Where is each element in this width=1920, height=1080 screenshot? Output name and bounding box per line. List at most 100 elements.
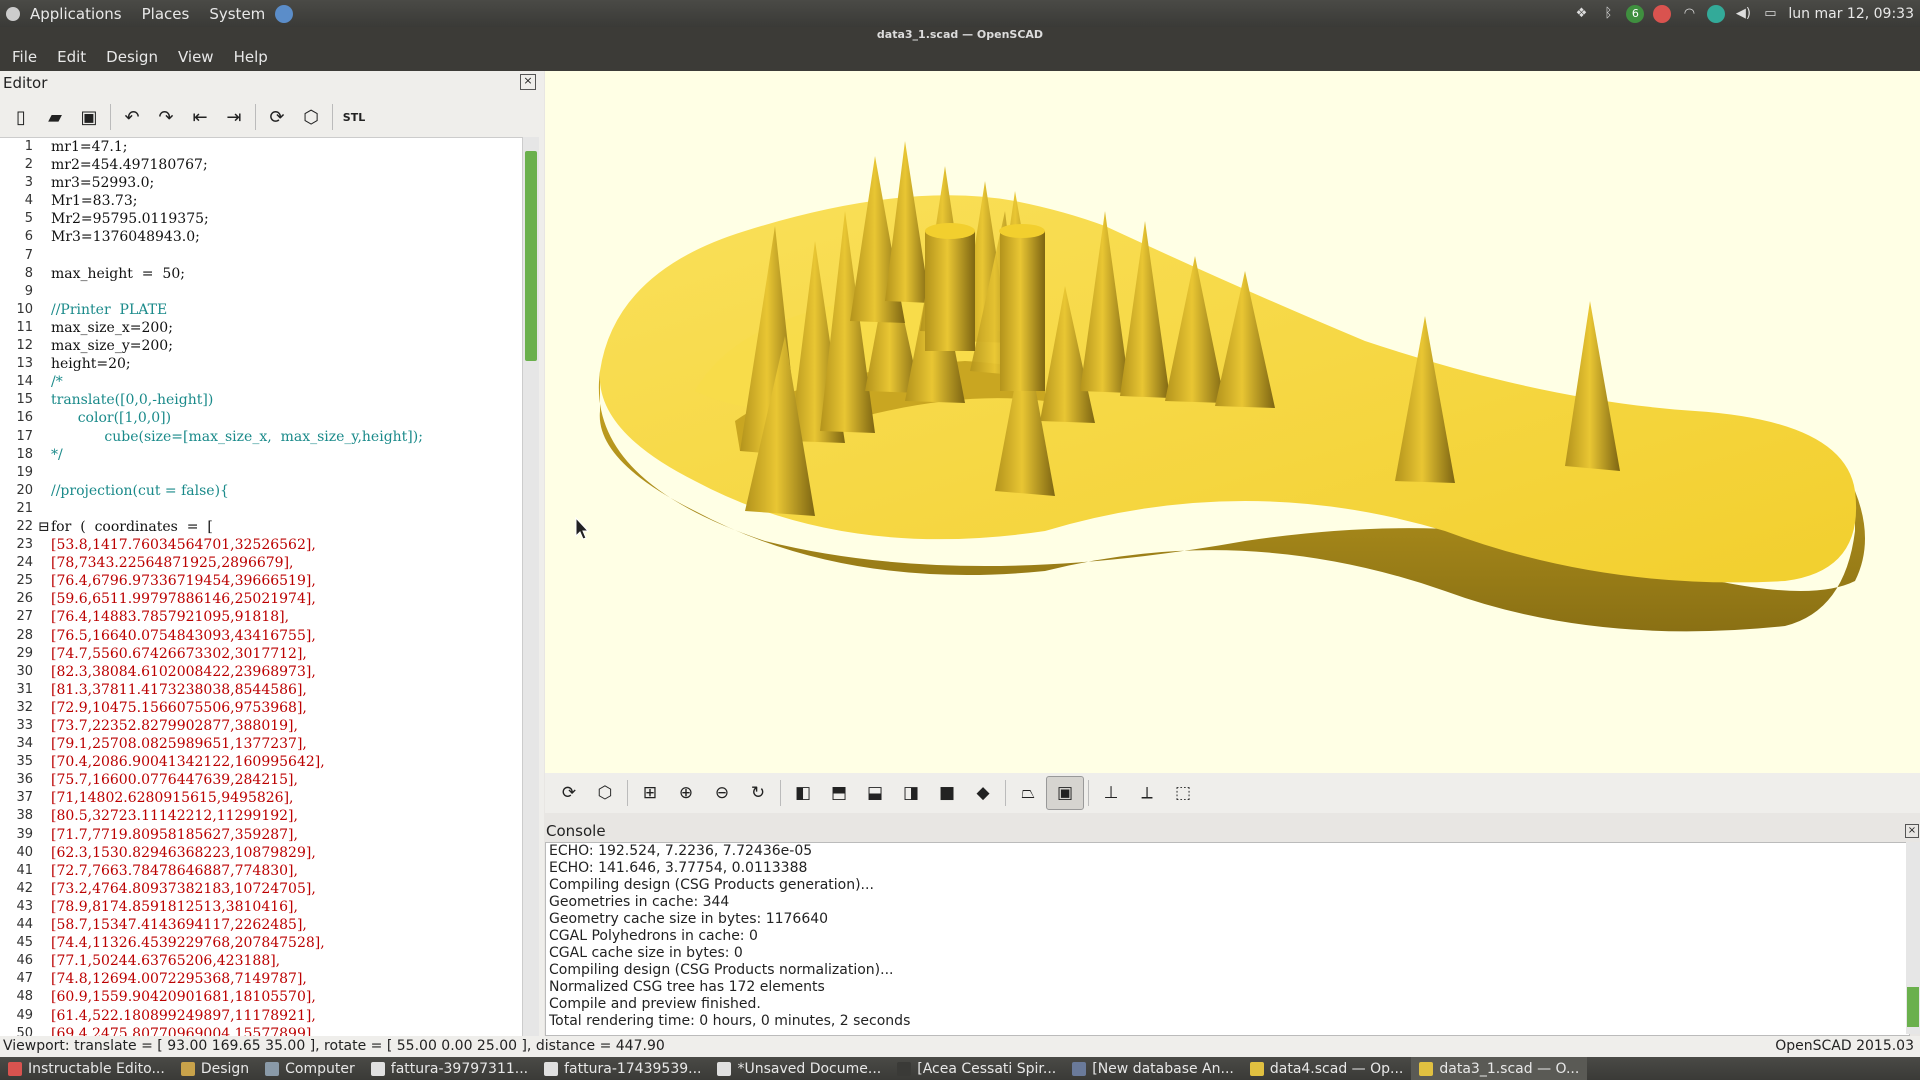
show-scale-icon[interactable]: ⟂: [1129, 777, 1165, 809]
code-line[interactable]: 8 max_height = 50;: [0, 265, 522, 283]
code-line[interactable]: 27 [76.4,14883.7857921095,91818],: [0, 608, 522, 626]
network-icon[interactable]: [1707, 4, 1726, 23]
code-line[interactable]: 19: [0, 464, 522, 482]
code-line[interactable]: 20 //projection(cut = false){: [0, 482, 522, 500]
taskbar-item[interactable]: Computer: [257, 1057, 363, 1080]
redo-icon[interactable]: ↷: [149, 100, 183, 134]
perspective-icon[interactable]: ⏢: [1010, 777, 1046, 809]
code-line[interactable]: 42 [73.2,4764.80937382183,10724705],: [0, 880, 522, 898]
code-line[interactable]: 49 [61.4,522.180899249897,11178921],: [0, 1007, 522, 1025]
code-line[interactable]: 37 [71,14802.6280915615,9495826],: [0, 789, 522, 807]
open-file-icon[interactable]: ▰: [38, 100, 72, 134]
undo-icon[interactable]: ↶: [115, 100, 149, 134]
code-line[interactable]: 36 [75.7,16600.0776447639,284215],: [0, 771, 522, 789]
code-line[interactable]: 13 height=20;: [0, 355, 522, 373]
code-line[interactable]: 29 [74.7,5560.67426673302,3017712],: [0, 645, 522, 663]
view-bottom-icon[interactable]: ⬓: [857, 777, 893, 809]
view-front-icon[interactable]: ■: [929, 777, 965, 809]
code-line[interactable]: 44 [58.7,15347.4143694117,2262485],: [0, 916, 522, 934]
zoom-out-icon[interactable]: ⊖: [704, 777, 740, 809]
code-line[interactable]: 23 [53.8,1417.76034564701,32526562],: [0, 536, 522, 554]
menu-edit[interactable]: Edit: [45, 48, 94, 66]
menu-view[interactable]: View: [166, 48, 222, 66]
code-line[interactable]: 16 color([1,0,0]): [0, 409, 522, 427]
code-line[interactable]: 41 [72.7,7663.78478646887,774830],: [0, 862, 522, 880]
bluetooth-icon[interactable]: ᛒ: [1599, 5, 1617, 23]
code-line[interactable]: 1 mr1=47.1;: [0, 138, 522, 156]
export-stl-icon[interactable]: STL: [337, 100, 371, 134]
taskbar-item[interactable]: Design: [173, 1057, 257, 1080]
code-line[interactable]: 18 */: [0, 446, 522, 464]
taskbar-item[interactable]: data4.scad — Op...: [1242, 1057, 1412, 1080]
render-icon[interactable]: ⬡: [587, 777, 623, 809]
clock[interactable]: lun mar 12, 09:33: [1788, 6, 1914, 22]
menu-design[interactable]: Design: [94, 48, 166, 66]
preview-icon[interactable]: ⟳: [551, 777, 587, 809]
preview-icon[interactable]: ⟳: [260, 100, 294, 134]
code-line[interactable]: 7: [0, 247, 522, 265]
code-line[interactable]: 6 Mr3=1376048943.0;: [0, 228, 522, 246]
zoom-all-icon[interactable]: ⊞: [632, 777, 668, 809]
save-file-icon[interactable]: ▣: [72, 100, 106, 134]
code-line[interactable]: 30 [82.3,38084.6102008422,23968973],: [0, 663, 522, 681]
orthogonal-icon[interactable]: ▣: [1046, 776, 1084, 810]
code-line[interactable]: 10 //Printer PLATE: [0, 301, 522, 319]
code-line[interactable]: 12 max_size_y=200;: [0, 337, 522, 355]
code-line[interactable]: 45 [74.4,11326.4539229768,207847528],: [0, 934, 522, 952]
code-line[interactable]: 47 [74.8,12694.0072295368,7149787],: [0, 970, 522, 988]
code-line[interactable]: 35 [70.4,2086.90041342122,160995642],: [0, 753, 522, 771]
code-line[interactable]: 9: [0, 283, 522, 301]
console-scroll-thumb[interactable]: [1907, 987, 1919, 1027]
code-line[interactable]: 33 [73.7,22352.8279902877,388019],: [0, 717, 522, 735]
code-line[interactable]: 5 Mr2=95795.0119375;: [0, 210, 522, 228]
view-right-icon[interactable]: ◧: [785, 777, 821, 809]
code-line[interactable]: 34 [79.1,25708.0825989651,1377237],: [0, 735, 522, 753]
code-line[interactable]: 26 [59.6,6511.99797886146,25021974],: [0, 590, 522, 608]
system-menu[interactable]: System: [199, 5, 275, 23]
code-line[interactable]: 24 [78,7343.22564871925,2896679],: [0, 554, 522, 572]
new-file-icon[interactable]: ▯: [4, 100, 38, 134]
places-menu[interactable]: Places: [132, 5, 200, 23]
code-line[interactable]: 22 ⊟ for ( coordinates = [: [0, 518, 522, 536]
view-top-icon[interactable]: ⬒: [821, 777, 857, 809]
code-line[interactable]: 4 Mr1=83.73;: [0, 192, 522, 210]
menu-file[interactable]: File: [0, 48, 45, 66]
ubuntu-logo-icon[interactable]: [6, 6, 20, 21]
taskbar-item[interactable]: fattura-39797311...: [363, 1057, 536, 1080]
code-line[interactable]: 40 [62.3,1530.82946368223,10879829],: [0, 844, 522, 862]
code-editor[interactable]: 1 mr1=47.1; 2 mr2=454.497180767; 3 mr3=52993.…: [0, 137, 522, 1037]
zoom-in-icon[interactable]: ⊕: [668, 777, 704, 809]
taskbar-item[interactable]: fattura-17439539...: [536, 1057, 709, 1080]
code-line[interactable]: 31 [81.3,37811.4173238038,8544586],: [0, 681, 522, 699]
3d-viewport[interactable]: [545, 71, 1920, 773]
code-line[interactable]: 43 [78.9,8174.8591812513,3810416],: [0, 898, 522, 916]
code-line[interactable]: 3 mr3=52993.0;: [0, 174, 522, 192]
code-line[interactable]: 2 mr2=454.497180767;: [0, 156, 522, 174]
taskbar-item[interactable]: Instructable Edito...: [0, 1057, 173, 1080]
wifi-icon[interactable]: ◠: [1680, 5, 1698, 23]
applications-menu[interactable]: Applications: [20, 5, 132, 23]
view-back-icon[interactable]: ◆: [965, 777, 1001, 809]
taskbar-item[interactable]: *Unsaved Docume...: [709, 1057, 889, 1080]
fold-marker-icon[interactable]: ⊟: [38, 518, 51, 536]
show-edges-icon[interactable]: ⬚: [1165, 777, 1201, 809]
volume-icon[interactable]: ◀): [1734, 5, 1752, 23]
code-line[interactable]: 11 max_size_x=200;: [0, 319, 522, 337]
code-line[interactable]: 17 cube(size=[max_size_x, max_size_y,hei…: [0, 428, 522, 446]
close-icon[interactable]: ×: [1905, 824, 1919, 838]
view-left-icon[interactable]: ◨: [893, 777, 929, 809]
battery-icon[interactable]: ▭: [1761, 5, 1779, 23]
show-axes-icon[interactable]: ⊥: [1093, 777, 1129, 809]
taskbar-item[interactable]: [New database An...: [1064, 1057, 1242, 1080]
update-badge-icon[interactable]: 6: [1626, 4, 1645, 23]
taskbar-item[interactable]: data3_1.scad — O...: [1411, 1057, 1588, 1080]
code-line[interactable]: 46 [77.1,50244.63765206,423188],: [0, 952, 522, 970]
menu-help[interactable]: Help: [222, 48, 276, 66]
editor-scrollbar[interactable]: [522, 137, 539, 1036]
code-line[interactable]: 32 [72.9,10475.1566075506,9753968],: [0, 699, 522, 717]
code-line[interactable]: 14 /*: [0, 373, 522, 391]
indent-icon[interactable]: ⇥: [217, 100, 251, 134]
chrome-icon[interactable]: [1653, 4, 1672, 23]
code-line[interactable]: 21: [0, 500, 522, 518]
taskbar-item[interactable]: [Acea Cessati Spir...: [889, 1057, 1064, 1080]
